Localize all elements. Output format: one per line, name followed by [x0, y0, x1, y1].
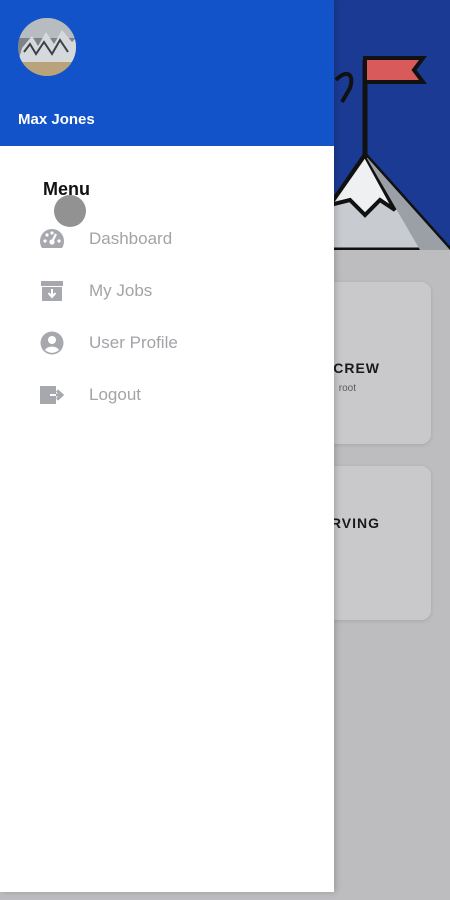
menu-item-label: User Profile [89, 333, 178, 352]
logout-exit-icon [38, 381, 66, 409]
menu-item-logout[interactable]: Logout [38, 377, 308, 413]
job-card-subtitle: root [338, 383, 356, 394]
menu-item-label: My Jobs [89, 281, 153, 300]
account-circle-icon [38, 329, 66, 357]
avatar-photo-icon [18, 18, 76, 76]
dashboard-gauge-icon [38, 225, 66, 253]
menu-item-label: Dashboard [89, 229, 173, 248]
drawer-header: Max Jones [0, 0, 334, 146]
menu-item-my-jobs[interactable]: My Jobs [38, 273, 308, 309]
job-card-title: RVING [330, 515, 380, 531]
archive-box-icon [38, 277, 66, 305]
job-card-title: CREW [333, 360, 380, 376]
menu-item-dashboard[interactable]: Dashboard [38, 221, 308, 257]
navigation-drawer: Max Jones Menu Dashboard My Jobs User Pr… [0, 0, 334, 892]
avatar[interactable] [18, 18, 76, 76]
user-name: Max Jones [18, 111, 95, 128]
menu-item-label: Logout [89, 385, 141, 404]
menu-item-user-profile[interactable]: User Profile [38, 325, 308, 361]
